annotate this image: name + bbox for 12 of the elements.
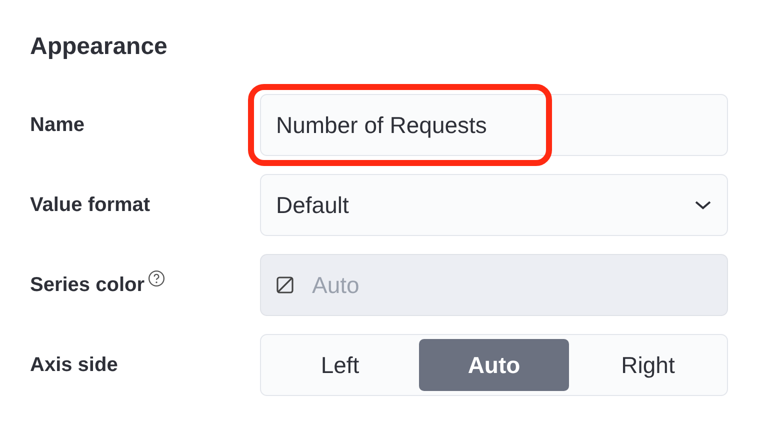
no-color-icon xyxy=(276,276,294,294)
section-title: Appearance xyxy=(30,34,168,60)
field-label: Axis side xyxy=(30,353,118,378)
field-label: Name xyxy=(30,113,84,138)
segment-option[interactable]: Auto xyxy=(419,339,569,392)
format-dropdown[interactable]: Default xyxy=(260,174,728,236)
name-field[interactable]: Number of Requests xyxy=(260,94,728,156)
field-label: Value format xyxy=(30,193,150,218)
segment-option[interactable]: Right xyxy=(573,339,723,392)
chevron-icon xyxy=(694,199,712,212)
segment-option[interactable]: Left xyxy=(265,339,415,392)
field-label: Series color xyxy=(30,273,145,298)
